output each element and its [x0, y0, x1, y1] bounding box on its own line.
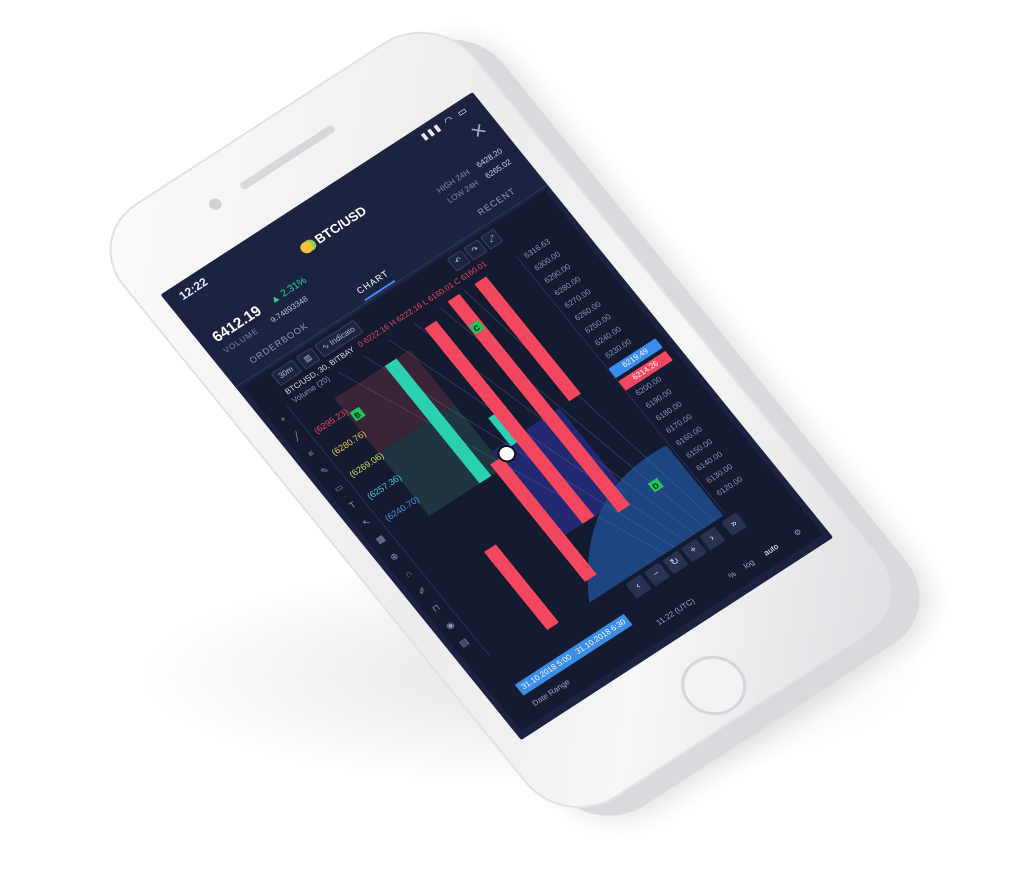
candle[interactable]: [484, 544, 560, 631]
text-icon[interactable]: T: [345, 498, 360, 511]
ruler-icon[interactable]: ▦: [373, 533, 388, 546]
pencil-icon[interactable]: ✐: [415, 584, 430, 597]
fib-icon[interactable]: ≡: [303, 447, 318, 460]
log-toggle[interactable]: log: [742, 558, 757, 571]
stage: 12:22 ▮▮▮ ◠ ▭ BTC/USD ✕ 6412.19 ▲ 2.31% …: [0, 0, 1009, 879]
price-level-label: (6269.06): [347, 451, 386, 480]
lock-icon[interactable]: ⊓: [429, 602, 444, 615]
arrow-icon[interactable]: ↖: [359, 516, 374, 529]
eye-icon[interactable]: ◉: [443, 619, 458, 632]
utc-time[interactable]: 11:22 (UTC): [654, 597, 696, 628]
coin-icon: [297, 239, 316, 256]
trash-icon[interactable]: ▤: [457, 636, 472, 649]
settings-gear-icon[interactable]: ⚙: [792, 527, 804, 538]
go-latest-icon[interactable]: »: [720, 512, 748, 537]
zoom-icon[interactable]: ⊕: [387, 550, 402, 563]
brush-icon[interactable]: ✎: [317, 464, 332, 477]
price-level-label: (6240.70): [383, 494, 422, 523]
trendline-icon[interactable]: ╱: [290, 430, 305, 443]
price-level-label: (6295.23): [312, 407, 351, 436]
price-level-label: (6280.76): [330, 429, 369, 458]
percent-toggle[interactable]: %: [727, 569, 739, 580]
phone-mockup: 12:22 ▮▮▮ ◠ ▭ BTC/USD ✕ 6412.19 ▲ 2.31% …: [83, 8, 917, 832]
rectangle-icon[interactable]: ▭: [331, 481, 346, 494]
close-icon[interactable]: ✕: [466, 119, 492, 144]
auto-toggle[interactable]: auto: [762, 542, 781, 558]
price-level-label: (6257.36): [365, 472, 404, 501]
crosshair-icon[interactable]: +: [276, 412, 291, 425]
magnet-icon[interactable]: ∩: [401, 567, 416, 580]
